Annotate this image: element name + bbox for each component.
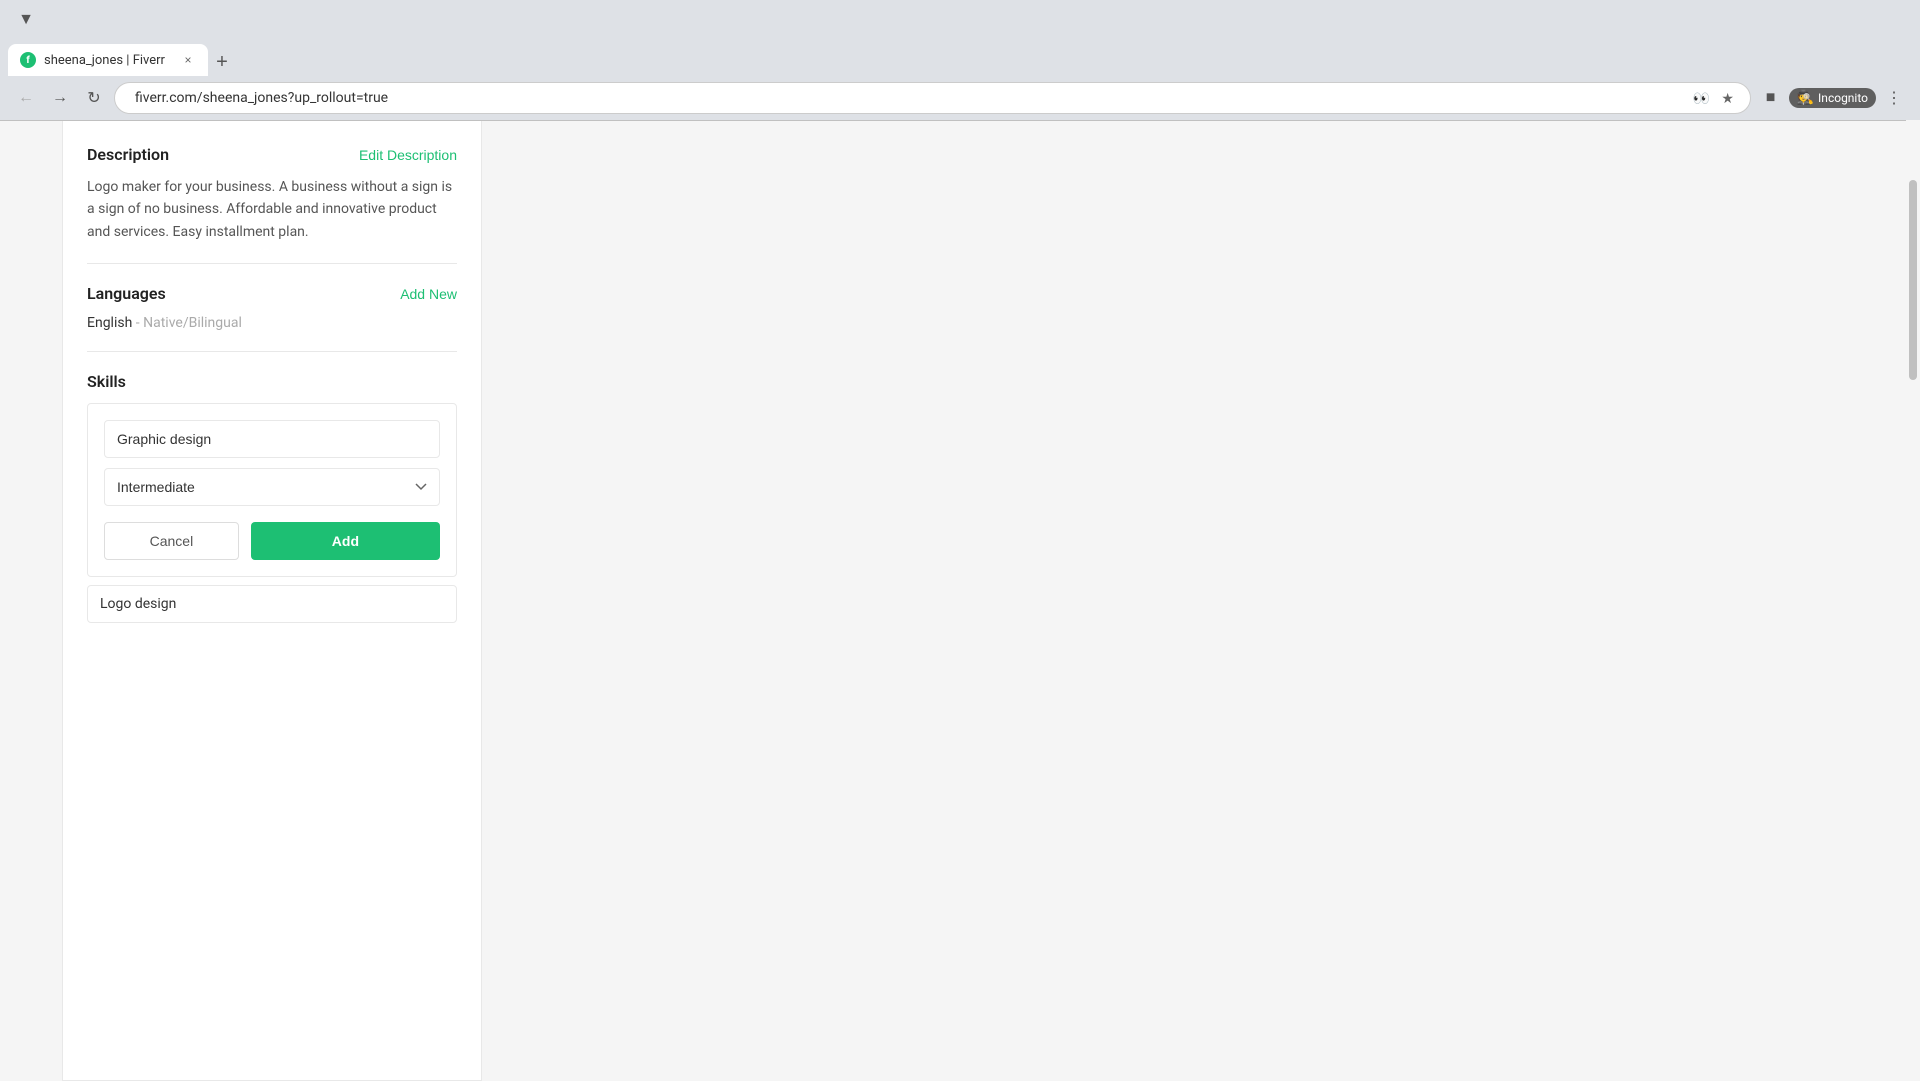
scrollbar[interactable] xyxy=(1906,120,1920,1080)
menu-button[interactable]: ⋮ xyxy=(1880,84,1908,112)
skill-item-logo-design: Logo design xyxy=(87,585,457,623)
edit-description-button[interactable]: Edit Description xyxy=(359,147,457,163)
description-body: Logo maker for your business. A business… xyxy=(87,176,457,243)
window-controls: ▼ xyxy=(12,6,40,34)
address-bar[interactable]: fiverr.com/sheena_jones?up_rollout=true … xyxy=(114,82,1751,114)
incognito-icon: 🕵 xyxy=(1797,90,1814,106)
incognito-label: Incognito xyxy=(1818,91,1868,105)
url-text: fiverr.com/sheena_jones?up_rollout=true xyxy=(135,90,1684,106)
browser-tabs: f sheena_jones | Fiverr × + xyxy=(0,40,1920,76)
language-item: English - Native/Bilingual xyxy=(87,315,457,331)
tab-list-button[interactable]: ▼ xyxy=(12,6,40,34)
add-button[interactable]: Add xyxy=(251,522,440,560)
language-level: Native/Bilingual xyxy=(143,315,242,331)
description-title: Description xyxy=(87,145,169,164)
divider-2 xyxy=(87,351,457,352)
skills-header: Skills xyxy=(87,372,457,391)
address-bar-right-icons: 👀 ★ xyxy=(1692,88,1738,108)
add-language-button[interactable]: Add New xyxy=(400,286,457,302)
new-tab-button[interactable]: + xyxy=(208,48,236,76)
skill-name-logo-design: Logo design xyxy=(100,596,176,612)
description-header: Description Edit Description xyxy=(87,145,457,164)
skill-level-select[interactable]: Basic Intermediate Expert xyxy=(104,468,440,506)
skills-section: Skills Basic Intermediate Expert Cancel … xyxy=(87,372,457,623)
tab-close-button[interactable]: × xyxy=(180,52,196,68)
tab-favicon: f xyxy=(20,52,36,68)
divider-1 xyxy=(87,263,457,264)
cancel-button[interactable]: Cancel xyxy=(104,522,239,560)
browser-chrome: ▼ f sheena_jones | Fiverr × + ← → ↻ five… xyxy=(0,0,1920,121)
languages-section: Languages Add New English - Native/Bilin… xyxy=(87,284,457,331)
back-button[interactable]: ← xyxy=(12,84,40,112)
tab-title: sheena_jones | Fiverr xyxy=(44,53,172,68)
language-name: English xyxy=(87,315,132,331)
skills-title: Skills xyxy=(87,372,126,391)
toolbar-right: ■ 🕵 Incognito ⋮ xyxy=(1757,84,1908,112)
page-content: Description Edit Description Logo maker … xyxy=(0,121,1920,1081)
sidebar-button[interactable]: ■ xyxy=(1757,84,1785,112)
languages-header: Languages Add New xyxy=(87,284,457,303)
reload-button[interactable]: ↻ xyxy=(80,84,108,112)
scrollbar-thumb[interactable] xyxy=(1909,180,1917,380)
description-section: Description Edit Description Logo maker … xyxy=(87,145,457,243)
skills-form: Basic Intermediate Expert Cancel Add xyxy=(87,403,457,577)
form-buttons: Cancel Add xyxy=(104,522,440,560)
incognito-badge[interactable]: 🕵 Incognito xyxy=(1789,88,1876,108)
active-tab[interactable]: f sheena_jones | Fiverr × xyxy=(8,44,208,76)
browser-titlebar: ▼ xyxy=(0,0,1920,40)
forward-button[interactable]: → xyxy=(46,84,74,112)
languages-title: Languages xyxy=(87,284,166,303)
skill-name-input[interactable] xyxy=(104,420,440,458)
browser-toolbar: ← → ↻ fiverr.com/sheena_jones?up_rollout… xyxy=(0,76,1920,120)
bookmark-icon[interactable]: ★ xyxy=(1718,88,1738,108)
eye-slash-icon[interactable]: 👀 xyxy=(1692,88,1712,108)
profile-card: Description Edit Description Logo maker … xyxy=(62,121,482,1081)
